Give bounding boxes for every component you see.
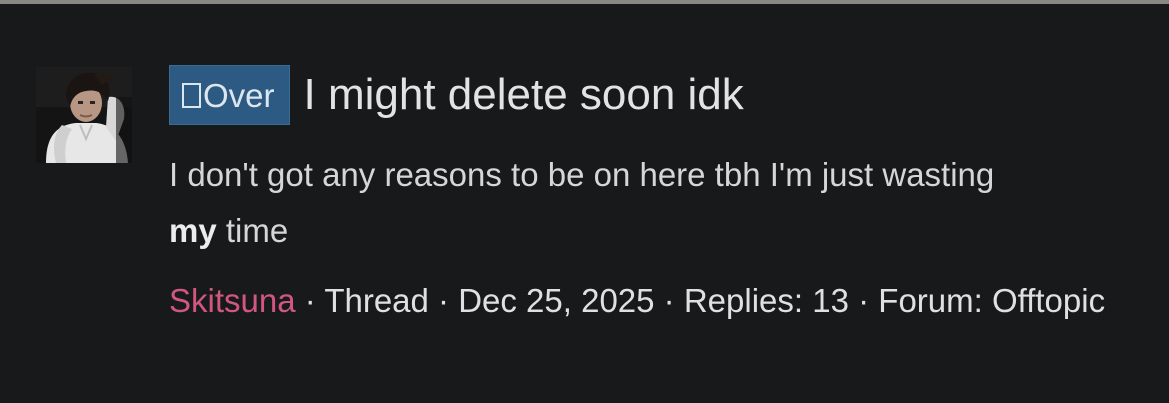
result-snippet: I don't got any reasons to be on here tb… <box>169 147 1049 259</box>
avatar[interactable] <box>36 67 132 163</box>
forum-label: Forum: <box>878 282 983 319</box>
meta-separator: · <box>848 282 879 319</box>
avatar-image <box>36 67 132 163</box>
meta-separator: · <box>428 282 459 319</box>
snippet-text-before: I don't got any reasons to be on here tb… <box>169 156 995 193</box>
thread-title-link[interactable]: I might delete soon idk <box>304 73 744 117</box>
meta-separator: · <box>654 282 684 319</box>
result-meta: Skitsuna · Thread · Dec 25, 2025 · Repli… <box>169 273 1149 328</box>
snippet-highlight: my <box>169 212 217 249</box>
author-username-link[interactable]: Skitsuna <box>169 282 296 319</box>
forum-link[interactable]: Offtopic <box>992 282 1105 319</box>
meta-separator: · <box>295 282 325 319</box>
square-glyph-icon <box>182 82 201 108</box>
result-body: Over I might delete soon idk I don't got… <box>169 65 1149 328</box>
title-row: Over I might delete soon idk <box>169 65 1149 125</box>
content-type-label: Thread <box>324 282 429 319</box>
replies-count: Replies: 13 <box>683 282 849 319</box>
search-result-item: Over I might delete soon idk I don't got… <box>0 4 1169 403</box>
snippet-text-after: time <box>216 212 289 249</box>
thread-prefix-badge[interactable]: Over <box>169 65 290 125</box>
prefix-label-text: Over <box>203 76 275 114</box>
post-date: Dec 25, 2025 <box>458 282 655 319</box>
